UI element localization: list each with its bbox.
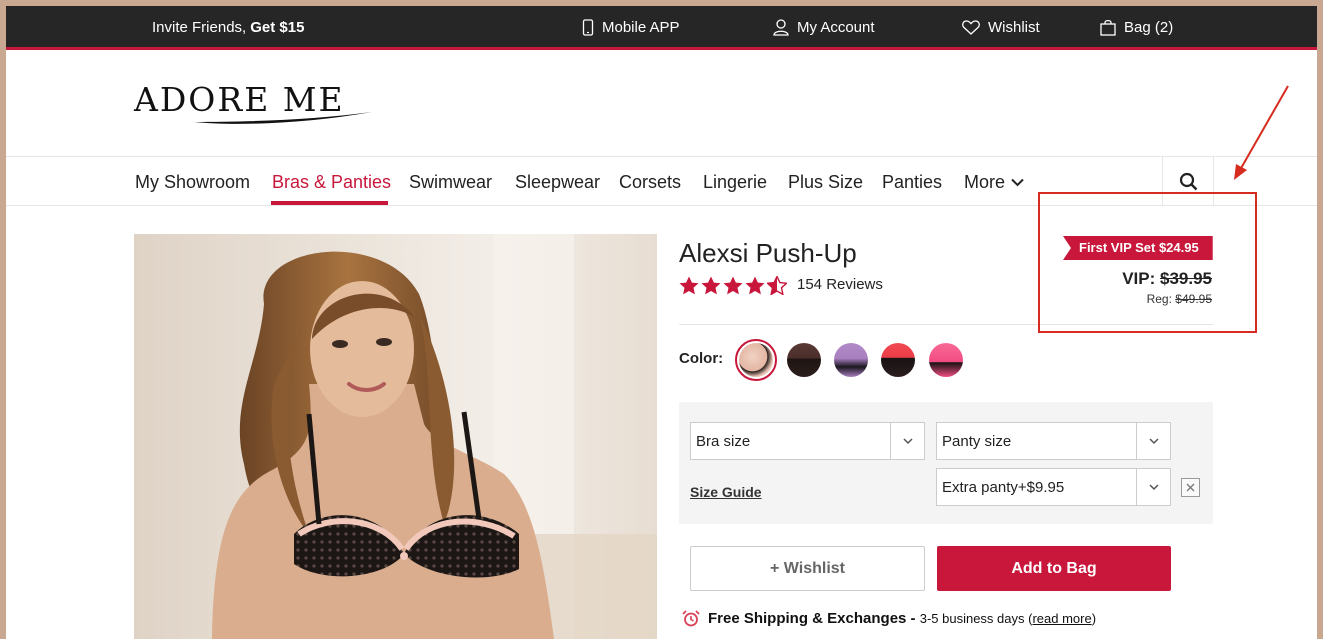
mobile-app-link[interactable]: Mobile APP <box>582 19 680 36</box>
close-icon <box>1186 483 1195 492</box>
vip-price-label: VIP: <box>1122 269 1156 288</box>
phone-icon <box>582 19 594 36</box>
wishlist-label: Wishlist <box>988 19 1040 36</box>
chevron-down-icon <box>1011 178 1024 187</box>
nav-more-label: More <box>964 172 1006 192</box>
star-icon <box>745 276 765 295</box>
nav-item-corsets[interactable]: Corsets <box>619 172 681 193</box>
add-to-wishlist-button[interactable]: + Wishlist <box>690 546 925 591</box>
nav-active-indicator <box>271 201 388 205</box>
nav-item-bras-panties[interactable]: Bras & Panties <box>272 172 391 193</box>
search-icon <box>1179 172 1197 191</box>
bag-label: Bag (2) <box>1124 19 1174 36</box>
regular-price: Reg: $49.95 <box>1147 292 1212 306</box>
vip-price-value: $39.95 <box>1160 269 1212 288</box>
wishlist-link[interactable]: Wishlist <box>962 19 1040 36</box>
bra-size-value: Bra size <box>696 433 751 450</box>
extra-panty-value: Extra panty+$9.95 <box>942 479 1065 496</box>
nav-item-swimwear[interactable]: Swimwear <box>409 172 492 193</box>
regular-price-label: Reg: <box>1146 292 1172 306</box>
panty-size-value: Panty size <box>942 433 1012 450</box>
annotation-arrow <box>1234 85 1289 180</box>
shipping-detail: 3-5 business days ( <box>919 611 1033 626</box>
invite-friends-link[interactable]: Invite Friends, Get $15 <box>152 19 304 36</box>
extra-panty-select[interactable]: Extra panty+$9.95 <box>936 468 1171 506</box>
bra-size-select[interactable]: Bra size <box>690 422 925 460</box>
color-swatch-blush[interactable] <box>739 343 773 377</box>
nav-item-more[interactable]: More <box>964 172 1024 193</box>
add-to-bag-button[interactable]: Add to Bag <box>937 546 1171 591</box>
remove-extra-panty-button[interactable] <box>1181 478 1200 497</box>
product-image[interactable] <box>134 234 657 639</box>
invite-bonus: Get $15 <box>250 19 305 36</box>
nav-item-sleepwear[interactable]: Sleepwear <box>515 172 600 193</box>
nav-item-lingerie[interactable]: Lingerie <box>703 172 767 193</box>
shipping-headline: Free Shipping & Exchanges - <box>708 610 916 627</box>
color-swatch-brown[interactable] <box>787 343 821 377</box>
mobile-app-label: Mobile APP <box>602 19 680 36</box>
invite-prefix: Invite Friends, <box>152 19 247 36</box>
read-more-link[interactable]: read more <box>1032 611 1091 626</box>
color-label: Color: <box>679 350 724 367</box>
panty-size-select[interactable]: Panty size <box>936 422 1171 460</box>
page-frame: Invite Friends, Get $15 Mobile APP My Acc… <box>6 6 1317 639</box>
chevron-down-icon <box>1136 423 1170 459</box>
my-account-label: My Account <box>797 19 875 36</box>
star-icon <box>701 276 721 295</box>
top-bar: Invite Friends, Get $15 Mobile APP My Acc… <box>6 6 1317 50</box>
size-guide-link[interactable]: Size Guide <box>690 484 762 500</box>
color-swatch-red[interactable] <box>881 343 915 377</box>
shipping-close-paren: ) <box>1091 611 1097 626</box>
star-icon <box>679 276 699 295</box>
vip-offer-badge: First VIP Set $24.95 <box>1063 236 1213 260</box>
logo-swoosh <box>194 112 372 124</box>
regular-price-value: $49.95 <box>1175 292 1212 306</box>
alarm-clock-icon <box>682 610 700 627</box>
bag-link[interactable]: Bag (2) <box>1100 19 1173 36</box>
color-swatch-pink[interactable] <box>929 343 963 377</box>
vip-price: VIP: $39.95 <box>1122 269 1212 289</box>
star-icon <box>723 276 743 295</box>
nav-item-panties[interactable]: Panties <box>882 172 942 193</box>
product-title: Alexsi Push-Up <box>679 238 857 268</box>
my-account-link[interactable]: My Account <box>773 19 875 36</box>
nav-item-my-showroom[interactable]: My Showroom <box>135 172 250 193</box>
chevron-down-icon <box>890 423 924 459</box>
heart-icon <box>962 20 980 35</box>
shipping-info: Free Shipping & Exchanges - 3-5 business… <box>682 610 1096 627</box>
price-highlight-box <box>1038 192 1257 333</box>
brand-logo[interactable]: ADORE ME <box>134 80 372 124</box>
shopping-bag-icon <box>1100 19 1116 36</box>
user-icon <box>773 19 789 36</box>
rating-stars[interactable] <box>679 276 787 295</box>
chevron-down-icon <box>1136 469 1170 505</box>
star-half-icon <box>767 276 787 295</box>
color-swatch-lilac[interactable] <box>834 343 868 377</box>
nav-item-plus-size[interactable]: Plus Size <box>788 172 863 193</box>
review-count-link[interactable]: 154 Reviews <box>797 276 883 293</box>
model-illustration <box>212 234 657 639</box>
